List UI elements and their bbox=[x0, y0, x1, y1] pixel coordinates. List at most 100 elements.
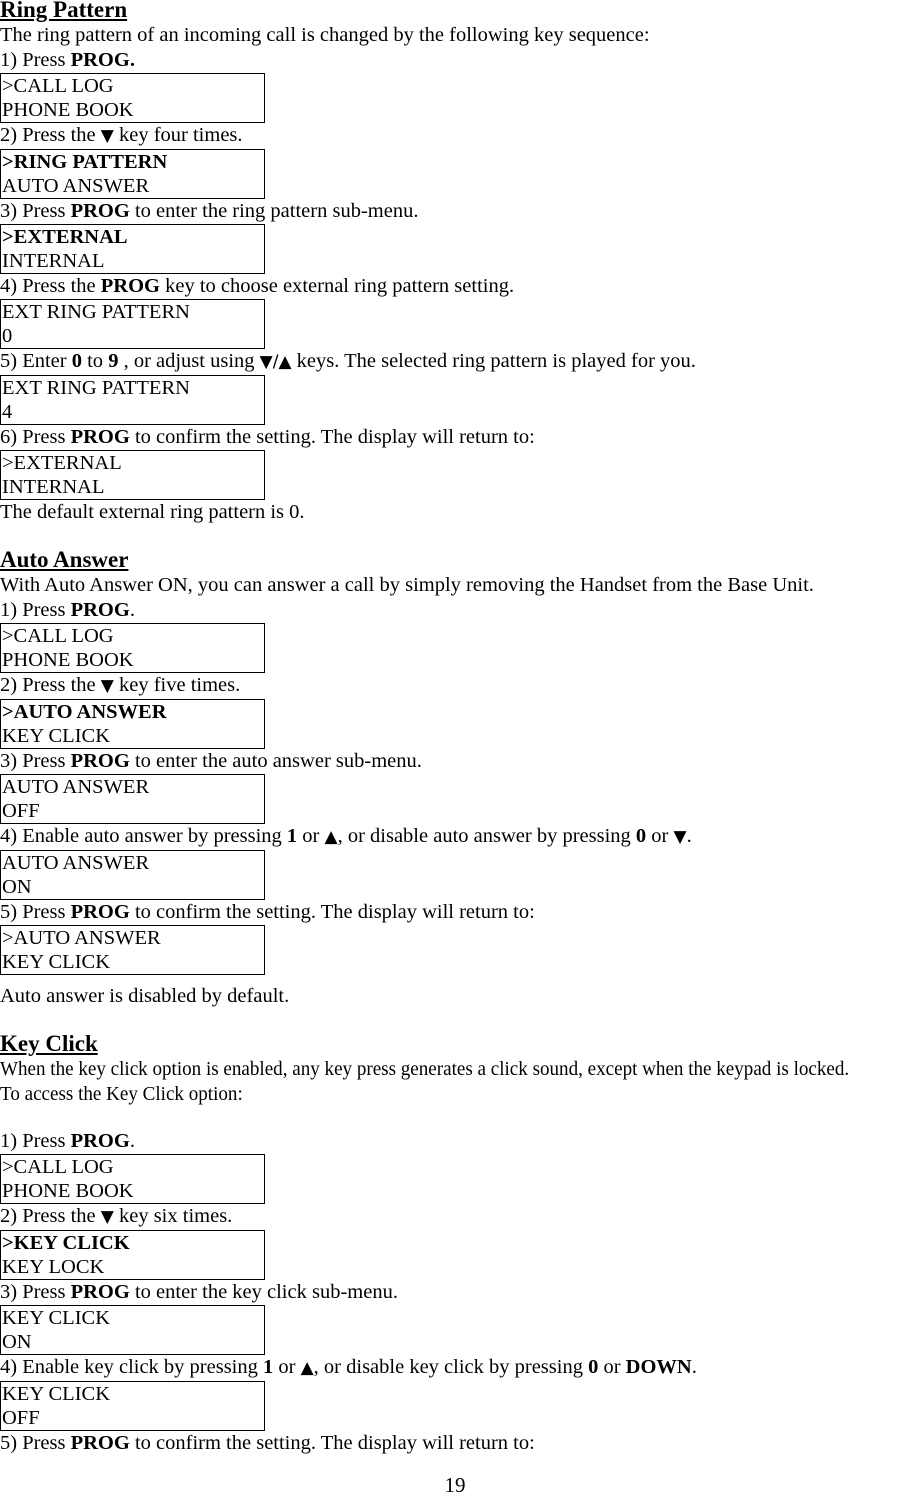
lcd-screen-key-click-on: KEY CLICK ON bbox=[0, 1305, 265, 1355]
step-text: 2) Press the bbox=[0, 674, 101, 696]
ring-pattern-step-3: 3) Press PROG to enter the ring pattern … bbox=[0, 199, 910, 224]
step-text-2: or bbox=[273, 1356, 301, 1378]
lcd-line-1: >AUTO ANSWER bbox=[2, 701, 167, 723]
ring-pattern-step-5: 5) Enter 0 to 9 , or adjust using ▼/▲ ke… bbox=[0, 349, 910, 375]
section-heading-ring-pattern: Ring Pattern bbox=[0, 0, 128, 22]
footer-text: Auto answer is disabled by default. bbox=[0, 985, 290, 1007]
lcd-screen-ext-ring-pattern-0: EXT RING PATTERN 0 bbox=[0, 299, 265, 349]
lcd-line-1: KEY CLICK bbox=[2, 1307, 110, 1329]
lcd-line-2: OFF bbox=[2, 1407, 40, 1429]
step-text-4: or bbox=[598, 1356, 626, 1378]
step-text-3: , or disable key click by pressing bbox=[313, 1356, 589, 1378]
lcd-line-1: >CALL LOG bbox=[2, 625, 114, 647]
step-text: 3) Press bbox=[0, 1281, 71, 1303]
digit-one: 1 bbox=[286, 825, 298, 847]
lcd-screen-ext-ring-pattern-4: EXT RING PATTERN 4 bbox=[0, 375, 265, 425]
step-text-2: . bbox=[129, 1130, 135, 1152]
lcd-line-2: INTERNAL bbox=[2, 476, 105, 498]
key-prog: PROG bbox=[70, 901, 130, 923]
key-click-intro: When the key click option is enabled, an… bbox=[0, 1057, 910, 1082]
lcd-line-1: >EXTERNAL bbox=[2, 452, 122, 474]
lcd-line-1: KEY CLICK bbox=[2, 1383, 110, 1405]
arrow-down-icon: ▼ bbox=[100, 676, 114, 696]
key-click-intro-text: When the key click option is enabled, an… bbox=[0, 1058, 850, 1080]
auto-answer-intro: With Auto Answer ON, you can answer a ca… bbox=[0, 573, 910, 598]
step-text-2: key to choose external ring pattern sett… bbox=[160, 275, 515, 297]
step-text-2: key six times. bbox=[113, 1205, 233, 1227]
gap-before-auto-answer-footer bbox=[0, 975, 910, 984]
lcd-screen-auto-answer-on: AUTO ANSWER ON bbox=[0, 850, 265, 900]
step-text-2: to enter the key click sub-menu. bbox=[129, 1281, 398, 1303]
key-prog: PROG bbox=[70, 1281, 130, 1303]
key-prog: PROG bbox=[70, 200, 130, 222]
section-gap-2 bbox=[0, 1009, 910, 1031]
lcd-line-2: PHONE BOOK bbox=[2, 99, 134, 121]
auto-answer-step-3: 3) Press PROG to enter the auto answer s… bbox=[0, 749, 910, 774]
lcd-line-2: INTERNAL bbox=[2, 250, 105, 272]
lcd-line-2: KEY CLICK bbox=[2, 725, 110, 747]
digit-nine: 9 bbox=[108, 350, 119, 372]
lcd-line-2: 4 bbox=[2, 401, 13, 423]
section-heading-wrap-ring-pattern: Ring Pattern bbox=[0, 0, 910, 23]
step-text: 4) Enable key click by pressing bbox=[0, 1356, 264, 1378]
step-text-2: to enter the ring pattern sub-menu. bbox=[129, 200, 419, 222]
lcd-screen-key-click-off: KEY CLICK OFF bbox=[0, 1381, 265, 1431]
step-text-2: to confirm the setting. The display will… bbox=[129, 901, 535, 923]
lcd-line-2: KEY LOCK bbox=[2, 1256, 105, 1278]
step-text: 3) Press bbox=[0, 200, 71, 222]
arrow-up-icon: ▲ bbox=[300, 1358, 314, 1378]
lcd-screen-auto-answer-menu-2: >AUTO ANSWER KEY CLICK bbox=[0, 925, 265, 975]
section-gap-1 bbox=[0, 525, 910, 547]
lcd-line-2: AUTO ANSWER bbox=[2, 175, 150, 197]
step-text-5: . bbox=[686, 825, 692, 847]
step-text-2: key four times. bbox=[113, 124, 243, 146]
footer-text: The default external ring pattern is 0. bbox=[0, 501, 305, 523]
step-text-4: or bbox=[646, 825, 674, 847]
lcd-line-1: >KEY CLICK bbox=[2, 1232, 130, 1254]
key-click-step-2: 2) Press the ▼ key six times. bbox=[0, 1204, 910, 1230]
key-prog: PROG bbox=[70, 599, 130, 621]
step-text: 3) Press bbox=[0, 750, 71, 772]
step-text-2: to confirm the setting. The display will… bbox=[129, 426, 535, 448]
lcd-line-2: ON bbox=[2, 1331, 32, 1353]
document-page: Ring Pattern The ring pattern of an inco… bbox=[0, 0, 910, 1506]
lcd-line-1: EXT RING PATTERN bbox=[2, 301, 190, 323]
ring-pattern-intro-text: The ring pattern of an incoming call is … bbox=[0, 24, 650, 46]
key-click-step-1: 1) Press PROG. bbox=[0, 1129, 910, 1154]
lcd-screen-key-click-menu: >KEY CLICK KEY LOCK bbox=[0, 1230, 265, 1280]
lcd-screen-call-log-2: >CALL LOG PHONE BOOK bbox=[0, 623, 265, 673]
ring-pattern-intro: The ring pattern of an incoming call is … bbox=[0, 23, 910, 48]
step-text: 5) Press bbox=[0, 901, 71, 923]
key-click-step-3: 3) Press PROG to enter the key click sub… bbox=[0, 1280, 910, 1305]
lcd-line-1: >EXTERNAL bbox=[2, 226, 128, 248]
key-click-intro-2-text: To access the Key Click option: bbox=[0, 1083, 243, 1105]
section-heading-key-click: Key Click bbox=[0, 1031, 98, 1056]
lcd-line-2: PHONE BOOK bbox=[2, 1180, 134, 1202]
lcd-line-2: 0 bbox=[2, 325, 13, 347]
lcd-line-1: AUTO ANSWER bbox=[2, 852, 150, 874]
lcd-screen-auto-answer-menu-1: >AUTO ANSWER KEY CLICK bbox=[0, 699, 265, 749]
lcd-line-2: ON bbox=[2, 876, 32, 898]
key-prog: PROG bbox=[70, 426, 130, 448]
ring-pattern-footer: The default external ring pattern is 0. bbox=[0, 500, 910, 525]
lcd-line-1: >AUTO ANSWER bbox=[2, 927, 161, 949]
key-prog: PROG. bbox=[70, 49, 135, 71]
step-text-2: . bbox=[129, 599, 135, 621]
step-text: 6) Press bbox=[0, 426, 71, 448]
step-text: 1) Press bbox=[0, 49, 71, 71]
digit-one: 1 bbox=[263, 1356, 274, 1378]
arrow-down-up-icon: ▼/▲ bbox=[259, 352, 292, 372]
ring-pattern-step-6: 6) Press PROG to confirm the setting. Th… bbox=[0, 425, 910, 450]
digit-zero: 0 bbox=[71, 350, 82, 372]
lcd-screen-external-internal-1: >EXTERNAL INTERNAL bbox=[0, 224, 265, 274]
lcd-screen-auto-answer-off: AUTO ANSWER OFF bbox=[0, 774, 265, 824]
ring-pattern-step-1: 1) Press PROG. bbox=[0, 48, 910, 73]
step-text: 4) Enable auto answer by pressing bbox=[0, 825, 287, 847]
ring-pattern-step-4: 4) Press the PROG key to choose external… bbox=[0, 274, 910, 299]
key-click-step-4: 4) Enable key click by pressing 1 or ▲, … bbox=[0, 1355, 910, 1381]
ring-pattern-step-2: 2) Press the ▼ key four times. bbox=[0, 123, 910, 149]
step-text: 5) Press bbox=[0, 1432, 71, 1454]
lcd-line-2: OFF bbox=[2, 800, 40, 822]
arrow-down-icon: ▼ bbox=[100, 1207, 114, 1227]
lcd-line-1: >RING PATTERN bbox=[2, 151, 168, 173]
